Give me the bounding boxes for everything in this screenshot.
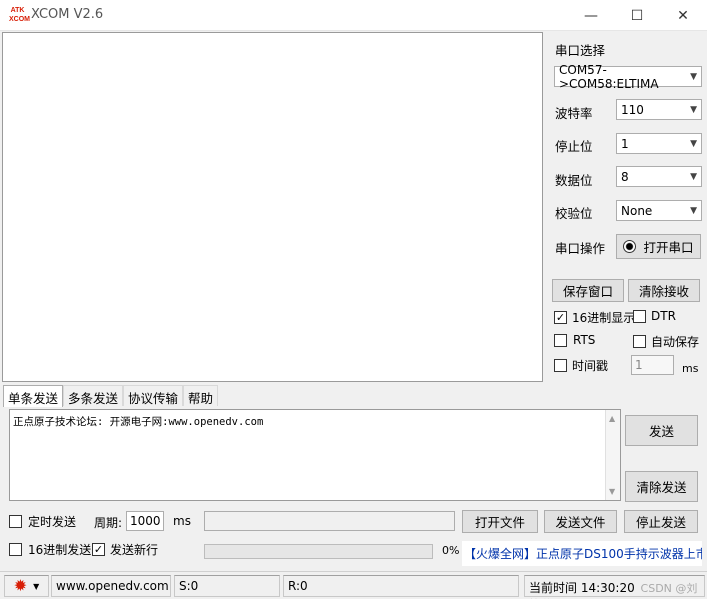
file-path-input[interactable] bbox=[204, 511, 455, 531]
ad-banner-link[interactable]: 【火爆全网】正点原子DS100手持示波器上市 bbox=[462, 541, 702, 566]
data-bits-select[interactable]: 8 ▼ bbox=[616, 166, 702, 187]
checkbox-box bbox=[9, 515, 22, 528]
checkbox-box bbox=[554, 333, 567, 347]
hex-send-label: 16进制发送 bbox=[28, 543, 92, 557]
status-received-count: R:0 bbox=[283, 575, 519, 597]
clear-send-button[interactable]: 清除发送 bbox=[625, 471, 698, 502]
parity-select[interactable]: None ▼ bbox=[616, 200, 702, 221]
rts-label: RTS bbox=[573, 333, 596, 347]
send-scrollbar[interactable]: ▲ ▼ bbox=[605, 410, 620, 500]
send-file-button[interactable]: 发送文件 bbox=[544, 510, 617, 533]
dropdown-arrow-icon: ▼ bbox=[33, 581, 40, 591]
chevron-down-icon: ▼ bbox=[690, 171, 697, 182]
timestamp-interval-input[interactable]: 1 bbox=[631, 355, 674, 375]
timed-send-checkbox[interactable]: 定时发送 bbox=[9, 513, 76, 530]
stop-bits-label: 停止位 bbox=[555, 139, 593, 154]
newline-send-checkbox[interactable]: ✓ 发送新行 bbox=[92, 541, 158, 558]
scroll-down-icon: ▼ bbox=[609, 487, 616, 496]
settings-gear-button[interactable]: ✹ ▼ bbox=[4, 575, 49, 597]
timed-send-label: 定时发送 bbox=[28, 515, 77, 529]
chevron-down-icon: ▼ bbox=[690, 205, 697, 216]
timestamp-unit: ms bbox=[682, 362, 699, 375]
receive-textarea[interactable] bbox=[2, 32, 543, 382]
tab-multi-send[interactable]: 多条发送 bbox=[63, 385, 124, 406]
save-window-button[interactable]: 保存窗口 bbox=[552, 279, 624, 302]
newline-send-label: 发送新行 bbox=[110, 543, 159, 557]
hex-send-checkbox[interactable]: 16进制发送 bbox=[9, 541, 91, 558]
data-bits-value: 8 bbox=[621, 169, 629, 184]
current-time: 当前时间 14:30:20 bbox=[529, 581, 635, 595]
minimize-button[interactable]: — bbox=[568, 0, 614, 31]
stop-bits-value: 1 bbox=[621, 136, 629, 151]
title-bar: ATK XCOM XCOM V2.6 — ☐ ✕ bbox=[0, 0, 707, 31]
chevron-down-icon: ▼ bbox=[690, 138, 697, 149]
checkbox-box bbox=[633, 309, 646, 323]
period-input[interactable]: 1000 bbox=[126, 511, 164, 531]
checkmark-icon: ✓ bbox=[92, 543, 105, 556]
open-port-button[interactable]: 打开串口 bbox=[616, 234, 701, 259]
status-sent-count: S:0 bbox=[174, 575, 280, 597]
port-select-label: 串口选择 bbox=[555, 43, 606, 58]
data-bits-label: 数据位 bbox=[555, 173, 593, 188]
send-text: 正点原子技术论坛: 开源电子网:www.openedv.com bbox=[13, 416, 264, 428]
auto-save-checkbox[interactable]: 自动保存 bbox=[633, 333, 699, 350]
port-op-label: 串口操作 bbox=[555, 241, 606, 256]
gear-icon: ✹ bbox=[13, 576, 28, 595]
baud-label: 波特率 bbox=[555, 106, 593, 121]
send-progress-bar bbox=[204, 544, 433, 559]
timestamp-checkbox[interactable]: 时间戳 bbox=[554, 357, 608, 374]
checkmark-icon: ✓ bbox=[554, 311, 567, 324]
ad-banner-text: 【火爆全网】正点原子DS100手持示波器上市 bbox=[464, 547, 702, 561]
hex-display-label: 16进制显示 bbox=[572, 311, 636, 325]
dtr-label: DTR bbox=[651, 309, 676, 323]
tab-help[interactable]: 帮助 bbox=[183, 385, 219, 406]
rts-checkbox[interactable]: RTS bbox=[554, 333, 595, 347]
stop-bits-select[interactable]: 1 ▼ bbox=[616, 133, 702, 154]
app-logo-icon: ATK XCOM bbox=[9, 7, 30, 23]
send-textarea[interactable]: 正点原子技术论坛: 开源电子网:www.openedv.com ▲ ▼ bbox=[9, 409, 621, 501]
window-title: XCOM V2.6 bbox=[31, 7, 104, 22]
scroll-up-icon: ▲ bbox=[609, 414, 616, 423]
auto-save-label: 自动保存 bbox=[651, 335, 700, 349]
send-button[interactable]: 发送 bbox=[625, 415, 698, 446]
status-bar: ✹ ▼ www.openedv.com S:0 R:0 当前时间 14:30:2… bbox=[0, 571, 707, 599]
port-select[interactable]: COM57->COM58:ELTIMA ▼ bbox=[554, 63, 702, 91]
baud-select[interactable]: 110 ▼ bbox=[616, 99, 702, 120]
period-label: 周期: bbox=[94, 516, 123, 530]
open-port-label: 打开串口 bbox=[643, 240, 694, 255]
record-icon bbox=[623, 240, 637, 253]
parity-value: None bbox=[621, 203, 653, 218]
progress-percent: 0% bbox=[442, 544, 460, 557]
close-button[interactable]: ✕ bbox=[660, 0, 706, 31]
open-file-button[interactable]: 打开文件 bbox=[462, 510, 538, 533]
tab-protocol[interactable]: 协议传输 bbox=[123, 385, 184, 406]
baud-value: 110 bbox=[621, 102, 644, 117]
tab-single-send[interactable]: 单条发送 bbox=[3, 385, 64, 407]
period-unit: ms bbox=[173, 514, 191, 528]
status-time: 当前时间 14:30:20 CSDN @刘梓谦 bbox=[524, 575, 705, 599]
hex-display-checkbox[interactable]: ✓ 16进制显示 bbox=[554, 309, 635, 326]
chevron-down-icon: ▼ bbox=[690, 71, 697, 82]
parity-label: 校验位 bbox=[555, 206, 593, 221]
clear-receive-button[interactable]: 清除接收 bbox=[628, 279, 700, 302]
dtr-checkbox[interactable]: DTR bbox=[633, 309, 676, 323]
checkbox-box bbox=[9, 543, 22, 556]
maximize-button[interactable]: ☐ bbox=[614, 0, 660, 31]
checkbox-box bbox=[554, 359, 567, 372]
stop-send-button[interactable]: 停止发送 bbox=[624, 510, 698, 533]
chevron-down-icon: ▼ bbox=[690, 104, 697, 115]
status-url[interactable]: www.openedv.com bbox=[51, 575, 171, 597]
timestamp-label: 时间戳 bbox=[572, 359, 609, 373]
send-tabs: 单条发送 多条发送 协议传输 帮助 bbox=[3, 385, 219, 407]
checkbox-box bbox=[633, 335, 646, 348]
port-select-value: COM57->COM58:ELTIMA bbox=[559, 62, 659, 91]
